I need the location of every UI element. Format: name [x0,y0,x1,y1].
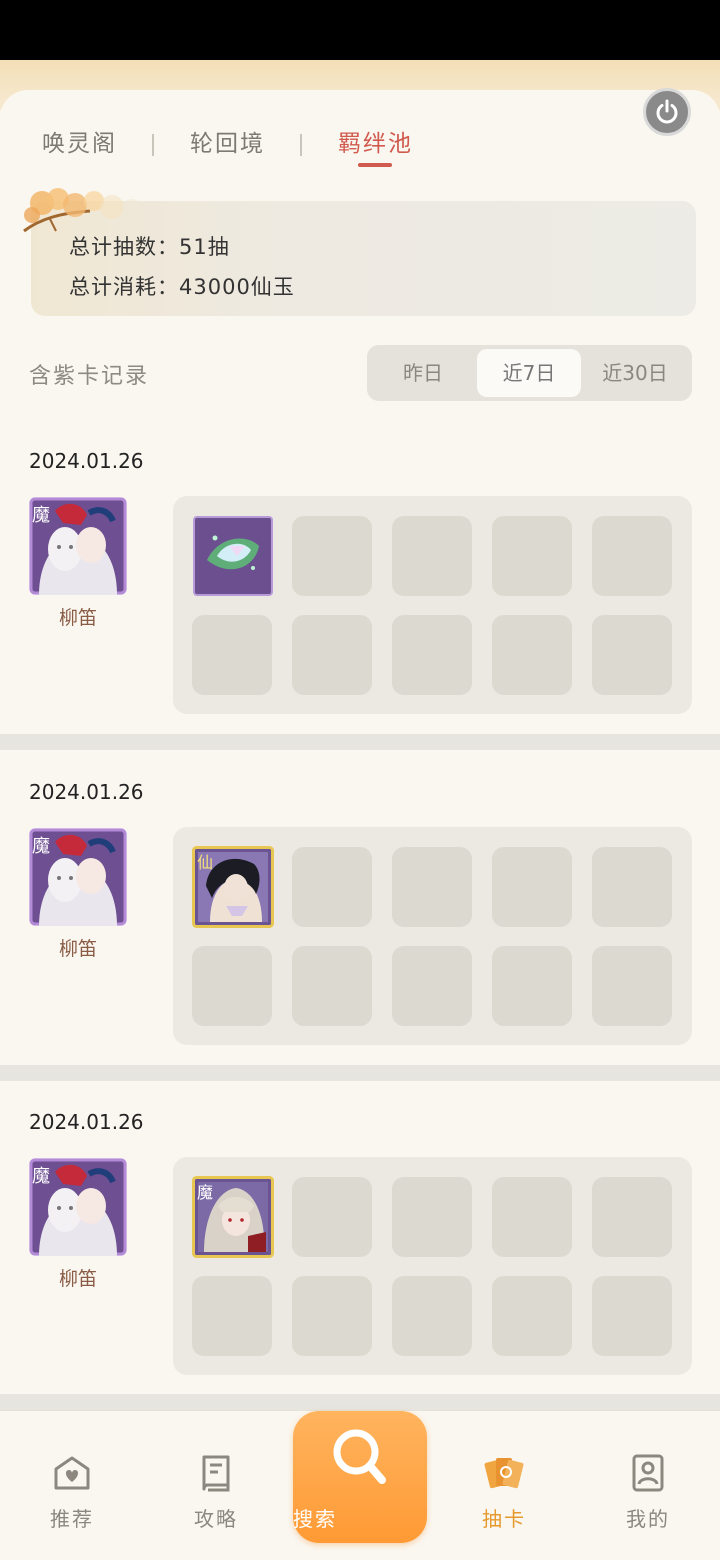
svg-text:魔: 魔 [32,1166,50,1187]
empty-slot [592,516,672,596]
record-item: 2024.01.26 魔 柳笛 魔 [0,1096,720,1411]
nav-profile[interactable]: 我的 [588,1411,708,1560]
book-icon [202,1455,230,1492]
nav-recommend[interactable]: 推荐 [12,1411,132,1560]
nav-guide[interactable]: 攻略 [156,1411,276,1560]
tree-branch-decoration [23,188,142,233]
draw-slot-grid [173,496,692,714]
empty-slot [292,1177,372,1257]
svg-text:魔: 魔 [32,836,50,857]
empty-slot [492,946,572,1026]
empty-slot [192,615,272,695]
empty-slot [392,847,472,927]
empty-slot [392,1177,472,1257]
record-date: 2024.01.26 [29,449,144,473]
nav-label: 抽卡 [482,1507,526,1531]
empty-slot [392,516,472,596]
record-date: 2024.01.26 [29,780,144,804]
empty-slot [392,946,472,1026]
tab-jibanchi[interactable]: 羁绊池 [338,124,413,158]
draw-slot-grid: 仙 [173,827,692,1045]
nav-label: 我的 [626,1507,670,1531]
filter-30-days[interactable]: 近30日 [583,349,687,397]
nav-label: 推荐 [50,1507,94,1531]
filter-yesterday[interactable]: 昨日 [371,349,475,397]
empty-slot [492,847,572,927]
status-bar [0,0,720,60]
nav-label: 搜索 [293,1507,337,1531]
empty-slot [592,1177,672,1257]
empty-slot [292,1276,372,1356]
character-avatar[interactable]: 魔 [29,1158,127,1256]
empty-slot [492,516,572,596]
profile-icon [632,1454,664,1492]
empty-slot [592,1276,672,1356]
draw-slot-crystal[interactable] [193,516,273,596]
character-name: 柳笛 [58,607,97,629]
character-name: 柳笛 [58,1268,97,1290]
empty-slot [292,516,372,596]
draw-slot-character-card[interactable]: 魔 [192,1176,274,1258]
record-divider [0,1394,720,1410]
filter-7-days[interactable]: 近7日 [477,349,581,397]
empty-slot [492,1177,572,1257]
section-title: 含紫卡记录 [29,364,150,389]
empty-slot [192,1276,272,1356]
empty-slot [492,1276,572,1356]
record-divider [0,1065,720,1081]
record-date: 2024.01.26 [29,1110,144,1134]
heart-home-icon [54,1456,90,1490]
draw-slot-grid: 魔 [173,1157,692,1375]
character-name: 柳笛 [58,938,97,960]
empty-slot [292,946,372,1026]
tab-huanlingge[interactable]: 唤灵阁 [42,124,117,158]
bottom-nav: 推荐 攻略 搜索 抽卡 我的 [0,1410,720,1560]
power-button[interactable] [643,88,691,136]
empty-slot [392,615,472,695]
tab-separator [152,134,154,156]
nav-draw-cards[interactable]: 抽卡 [444,1411,564,1560]
empty-slot [392,1276,472,1356]
empty-slot [592,615,672,695]
svg-text:仙: 仙 [197,853,213,872]
empty-slot [192,946,272,1026]
tab-lunhuijing[interactable]: 轮回境 [190,124,265,158]
empty-slot [492,615,572,695]
svg-text:魔: 魔 [32,505,50,526]
nav-search-button[interactable]: 搜索 [293,1411,427,1543]
character-avatar[interactable]: 魔 [29,497,127,595]
power-icon [656,99,678,124]
search-icon [333,1429,386,1484]
record-divider [0,734,720,750]
nav-label: 攻略 [194,1507,238,1531]
active-tab-indicator [358,163,392,167]
empty-slot [292,615,372,695]
total-cost-text: 总计消耗：43000仙玉 [69,275,295,299]
record-item: 2024.01.26 魔 柳笛 仙 [0,766,720,1081]
date-range-filter: 昨日 近7日 近30日 [367,345,692,401]
draw-slot-character-card[interactable]: 仙 [192,846,274,928]
cards-icon [484,1458,524,1489]
record-item: 2024.01.26 魔 柳笛 [0,435,720,750]
empty-slot [592,946,672,1026]
character-avatar[interactable]: 魔 [29,828,127,926]
tab-separator [300,134,302,156]
empty-slot [292,847,372,927]
empty-slot [592,847,672,927]
svg-text:魔: 魔 [197,1183,213,1202]
